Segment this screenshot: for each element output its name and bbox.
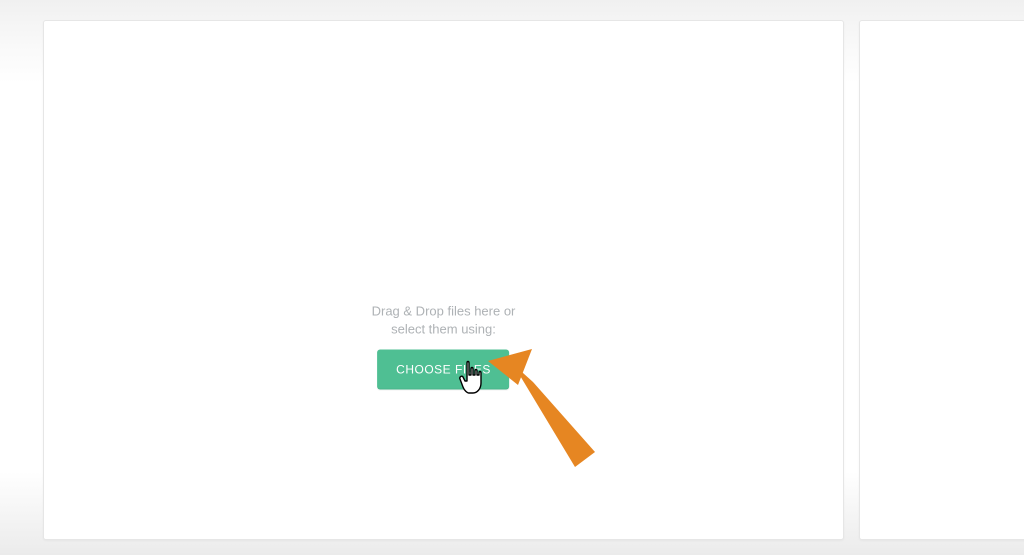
drag-drop-hint-line1: Drag & Drop files here or [372, 302, 516, 320]
drag-drop-hint-line2: select them using: [391, 320, 496, 338]
upload-panel[interactable]: Drag & Drop files here or select them us… [43, 20, 844, 540]
upload-dropzone[interactable]: Drag & Drop files here or select them us… [372, 302, 516, 389]
choose-files-label: CHOOSE FILES [396, 363, 491, 377]
choose-files-button[interactable]: CHOOSE FILES [378, 350, 510, 390]
viewport: Drag & Drop files here or select them us… [0, 0, 1024, 555]
side-panel [859, 20, 1024, 540]
